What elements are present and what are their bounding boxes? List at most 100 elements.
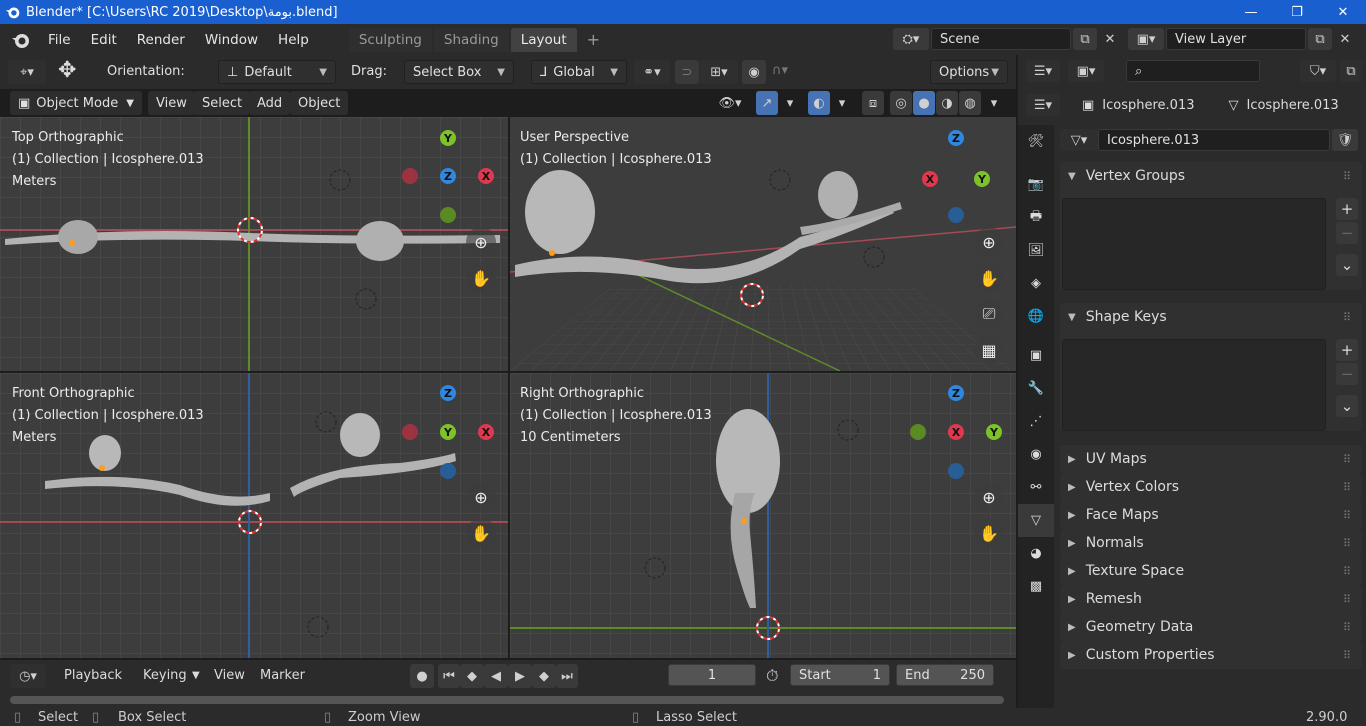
menu-object[interactable]: Object xyxy=(290,91,348,115)
mesh-browse-icon[interactable]: ▽▾ xyxy=(1060,129,1098,151)
menu-render[interactable]: Render xyxy=(127,32,195,48)
end-frame-field[interactable]: End 250 xyxy=(896,664,994,686)
menu-view[interactable]: View xyxy=(148,91,195,115)
vertex-group-list[interactable] xyxy=(1062,198,1326,290)
panel-geometry-data[interactable]: ▶ Geometry Data ⠿ xyxy=(1060,613,1362,641)
chevron-down-icon[interactable]: ▾ xyxy=(780,91,800,115)
play-icon[interactable]: ▶ xyxy=(508,664,532,688)
mesh-data-tab-icon[interactable]: ▽ xyxy=(1018,504,1054,537)
physics-tab-icon[interactable]: ◉ xyxy=(1018,438,1054,471)
blender-menu-icon[interactable] xyxy=(10,29,32,51)
pan-hand-icon[interactable]: ✋ xyxy=(466,518,496,548)
scene-name-field[interactable]: Scene xyxy=(931,28,1071,50)
y-axis-gizmo[interactable]: Y xyxy=(440,130,456,146)
drag-grip-icon[interactable]: ⠿ xyxy=(1343,649,1352,662)
modifier-tab-icon[interactable]: 🔧 xyxy=(1018,372,1054,405)
chevron-down-icon[interactable]: ▾ xyxy=(984,91,1004,115)
wireframe-shading-icon[interactable]: ◎ xyxy=(890,91,912,115)
zoom-icon[interactable]: ⊕ xyxy=(974,482,1004,512)
add-workspace-button[interactable]: + xyxy=(579,30,608,49)
drag-grip-icon[interactable]: ⠿ xyxy=(1343,453,1352,466)
visibility-eye-icon[interactable]: 👁▾ xyxy=(712,91,748,115)
pan-hand-icon[interactable]: ✋ xyxy=(974,263,1004,293)
y-axis-gizmo[interactable]: Y xyxy=(986,424,1002,440)
properties-editor-type-icon[interactable]: ☰▾ xyxy=(1026,94,1060,116)
material-shading-icon[interactable]: ◑ xyxy=(936,91,958,115)
output-tab-icon[interactable]: 🖶 xyxy=(1018,201,1054,234)
menu-select[interactable]: Select xyxy=(194,91,250,115)
record-button[interactable]: ● xyxy=(410,664,434,688)
scene-browse-icon[interactable]: ⛭▾ xyxy=(893,28,929,50)
viewport-right-orthographic[interactable]: Right Orthographic (1) Collection | Icos… xyxy=(510,373,1016,658)
panel-uv-maps[interactable]: ▶ UV Maps ⠿ xyxy=(1060,445,1362,473)
stopwatch-icon[interactable]: ⏱ xyxy=(766,666,778,686)
tab-layout[interactable]: Layout xyxy=(511,28,577,52)
drag-dropdown[interactable]: Select Box ▼ xyxy=(404,60,514,84)
negative-x-axis-gizmo[interactable] xyxy=(402,168,418,184)
viewport-top-orthographic[interactable]: Top Orthographic (1) Collection | Icosph… xyxy=(0,117,508,371)
tab-sculpting[interactable]: Sculpting xyxy=(349,28,432,52)
scene-tab-icon[interactable]: ◈ xyxy=(1018,267,1054,300)
camera-view-icon[interactable]: ⎚ xyxy=(974,299,1004,329)
play-reverse-icon[interactable]: ◀ xyxy=(484,664,508,688)
drag-grip-icon[interactable]: ⠿ xyxy=(1343,170,1352,183)
menu-file[interactable]: File xyxy=(38,32,81,48)
menu-edit[interactable]: Edit xyxy=(81,32,127,48)
x-axis-gizmo[interactable]: X xyxy=(478,168,494,184)
negative-x-axis-gizmo[interactable] xyxy=(402,424,418,440)
solid-shading-icon[interactable]: ● xyxy=(913,91,935,115)
rendered-shading-icon[interactable]: ◍ xyxy=(959,91,981,115)
viewport-front-orthographic[interactable]: Front Orthographic (1) Collection | Icos… xyxy=(0,373,508,658)
drag-grip-icon[interactable]: ⠿ xyxy=(1343,593,1352,606)
drag-grip-icon[interactable]: ⠿ xyxy=(1343,311,1352,324)
new-collection-icon[interactable]: ⧉ xyxy=(1340,60,1362,82)
z-axis-gizmo[interactable]: Z xyxy=(948,130,964,146)
panel-custom-properties[interactable]: ▶ Custom Properties ⠿ xyxy=(1060,641,1362,669)
panel-header[interactable]: ▼ Shape Keys ⠿ xyxy=(1060,303,1362,331)
falloff-icon[interactable]: ∩▾ xyxy=(772,63,788,78)
snap-toggle-icon[interactable]: ⊃ xyxy=(675,60,699,84)
close-button[interactable]: ✕ xyxy=(1320,0,1366,24)
overlay-toggle-icon[interactable]: ◐ xyxy=(808,91,830,115)
remove-vertex-group-button[interactable]: − xyxy=(1336,222,1358,244)
copy-view-layer-icon[interactable]: ⧉ xyxy=(1308,28,1332,50)
x-axis-gizmo[interactable]: X xyxy=(948,424,964,440)
drag-grip-icon[interactable]: ⠿ xyxy=(1343,509,1352,522)
object-tab-icon[interactable]: ▣ xyxy=(1018,339,1054,372)
drag-grip-icon[interactable]: ⠿ xyxy=(1343,537,1352,550)
next-keyframe-icon[interactable]: ◆ xyxy=(532,664,556,688)
shape-key-list[interactable] xyxy=(1062,339,1326,431)
editor-type-icon[interactable]: ⌖▾ xyxy=(8,60,46,84)
add-shape-key-button[interactable]: + xyxy=(1336,339,1358,361)
add-vertex-group-button[interactable]: + xyxy=(1336,198,1358,220)
fake-user-shield-icon[interactable]: 🛡 xyxy=(1332,129,1358,151)
negative-y-axis-gizmo[interactable] xyxy=(440,207,456,223)
particles-tab-icon[interactable]: ⋰ xyxy=(1018,405,1054,438)
zoom-icon[interactable]: ⊕ xyxy=(974,227,1004,257)
transform-pivot-icon[interactable]: ✥ xyxy=(58,58,76,83)
options-dropdown[interactable]: Options ▼ xyxy=(930,60,1008,84)
z-axis-gizmo[interactable]: Z xyxy=(440,385,456,401)
maximize-button[interactable]: ❐ xyxy=(1274,0,1320,24)
jump-end-icon[interactable]: ⏭ xyxy=(556,664,578,688)
z-axis-gizmo[interactable]: Z xyxy=(948,385,964,401)
delete-scene-icon[interactable]: ✕ xyxy=(1099,28,1121,50)
chevron-down-icon[interactable]: ▾ xyxy=(832,91,852,115)
x-axis-gizmo[interactable]: X xyxy=(478,424,494,440)
panel-texture-space[interactable]: ▶ Texture Space ⠿ xyxy=(1060,557,1362,585)
constraints-tab-icon[interactable]: ⚯ xyxy=(1018,471,1054,504)
minimize-button[interactable]: — xyxy=(1228,0,1274,24)
delete-view-layer-icon[interactable]: ✕ xyxy=(1334,28,1356,50)
tab-shading[interactable]: Shading xyxy=(434,28,509,52)
outliner-search-input[interactable]: ⌕ xyxy=(1126,60,1260,82)
perspective-toggle-icon[interactable]: ▦ xyxy=(974,335,1004,365)
panel-vertex-colors[interactable]: ▶ Vertex Colors ⠿ xyxy=(1060,473,1362,501)
menu-marker[interactable]: Marker xyxy=(260,668,305,683)
x-axis-gizmo[interactable]: X xyxy=(922,171,938,187)
timeline-scrollbar[interactable] xyxy=(10,696,1004,704)
filter-icon[interactable]: ⛉▾ xyxy=(1300,60,1336,82)
display-mode-icon[interactable]: ▣▾ xyxy=(1068,60,1104,82)
jump-start-icon[interactable]: ⏮ xyxy=(438,664,460,688)
pan-hand-icon[interactable]: ✋ xyxy=(466,263,496,293)
negative-z-axis-gizmo[interactable] xyxy=(948,207,964,223)
